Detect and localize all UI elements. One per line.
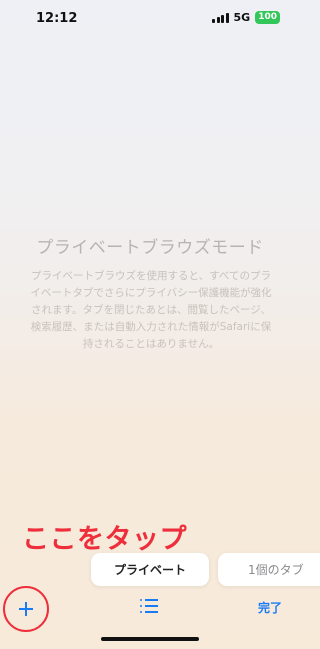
private-mode-description: プライベートブラウズを使用すると、すべてのプライベートタブでさらにプライバシー保… (30, 270, 272, 350)
status-bar: 12:12 5G 100 (0, 0, 300, 38)
status-indicators: 5G 100 (212, 11, 280, 24)
segment-private-tab-group[interactable]: プライベート (91, 553, 209, 586)
done-button[interactable]: 完了 (258, 599, 282, 616)
private-mode-title: プライベートブラウズモード (36, 238, 264, 258)
tab-list-icon[interactable] (140, 599, 158, 613)
battery-icon: 100 (255, 11, 280, 24)
tab-toolbar: プライベート 1個のタブ 完了 (0, 548, 320, 649)
signal-icon (212, 12, 229, 23)
new-tab-button[interactable] (3, 586, 49, 632)
home-indicator (101, 637, 199, 641)
status-time: 12:12 (36, 11, 78, 26)
network-label: 5G (233, 11, 251, 24)
plus-icon (19, 602, 33, 616)
segment-tab-group[interactable]: 1個のタブ (218, 553, 320, 586)
